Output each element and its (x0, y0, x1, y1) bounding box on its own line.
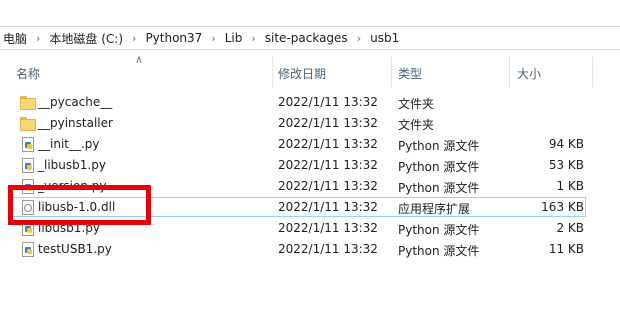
file-name: _libusb1.py (38, 158, 106, 172)
file-row-version[interactable]: _version.py 2022/1/11 13:32 Python 源文件 1… (0, 176, 620, 197)
file-row-libusb1-private[interactable]: _libusb1.py 2022/1/11 13:32 Python 源文件 5… (0, 155, 620, 176)
file-date: 2022/1/11 13:32 (278, 179, 378, 193)
breadcrumb-this-pc[interactable]: 电脑 (3, 30, 27, 47)
file-name: libusb1.py (38, 221, 100, 235)
file-name: testUSB1.py (38, 242, 112, 256)
breadcrumb-usb1[interactable]: usb1 (370, 31, 399, 45)
column-header-row: ∧ 名称 修改日期 类型 大小 (0, 53, 620, 87)
python-file-icon (20, 137, 36, 152)
chevron-right-icon[interactable]: › (251, 32, 255, 45)
sort-ascending-icon: ∧ (135, 53, 144, 66)
column-divider[interactable] (272, 57, 273, 87)
breadcrumb-lib[interactable]: Lib (225, 31, 243, 45)
file-row-libusb1[interactable]: libusb1.py 2022/1/11 13:32 Python 源文件 2 … (0, 218, 620, 239)
chevron-right-icon[interactable]: › (132, 32, 136, 45)
file-type: Python 源文件 (398, 244, 480, 258)
address-bar[interactable]: 电脑 › 本地磁盘 (C:) › Python37 › Lib › site-p… (0, 26, 620, 50)
file-row-init[interactable]: __init__.py 2022/1/11 13:32 Python 源文件 9… (0, 134, 620, 155)
file-size: 11 KB (548, 242, 584, 256)
breadcrumb-local-disk[interactable]: 本地磁盘 (C:) (49, 30, 123, 47)
folder-icon (20, 116, 36, 131)
file-row-pycache[interactable]: __pycache__ 2022/1/11 13:32 文件夹 (0, 92, 620, 113)
file-name: _version.py (38, 179, 107, 193)
python-file-icon (20, 158, 36, 173)
file-size: 2 KB (556, 221, 584, 235)
file-type: Python 源文件 (398, 139, 480, 153)
column-header-type[interactable]: 类型 (398, 65, 422, 82)
chevron-right-icon[interactable]: › (357, 32, 361, 45)
file-size: 53 KB (548, 158, 584, 172)
column-divider[interactable] (592, 57, 593, 87)
chevron-right-icon[interactable]: › (211, 32, 215, 45)
file-date: 2022/1/11 13:32 (278, 200, 378, 214)
python-file-icon (20, 242, 36, 257)
file-size: 94 KB (548, 137, 584, 151)
chevron-right-icon[interactable]: › (36, 32, 40, 45)
file-date: 2022/1/11 13:32 (278, 242, 378, 256)
breadcrumb-site-packages[interactable]: site-packages (265, 31, 348, 45)
file-list: __pycache__ 2022/1/11 13:32 文件夹 __pyinst… (0, 92, 620, 260)
file-name: __init__.py (38, 137, 100, 151)
file-size: 163 KB (541, 200, 584, 214)
python-file-icon (20, 221, 36, 236)
file-name: __pycache__ (38, 95, 113, 109)
file-type: 文件夹 (398, 97, 435, 111)
file-name: libusb-1.0.dll (38, 200, 116, 214)
file-date: 2022/1/11 13:32 (278, 137, 378, 151)
file-date: 2022/1/11 13:32 (278, 116, 378, 130)
column-header-name[interactable]: 名称 (16, 65, 40, 82)
column-divider[interactable] (509, 57, 510, 87)
file-size: 1 KB (556, 179, 584, 193)
file-name: __pyinstaller (38, 116, 113, 130)
column-divider[interactable] (391, 57, 392, 87)
file-row-pyinstaller[interactable]: __pyinstaller 2022/1/11 13:32 文件夹 (0, 113, 620, 134)
folder-icon (20, 95, 36, 110)
breadcrumb-python37[interactable]: Python37 (145, 31, 202, 45)
file-date: 2022/1/11 13:32 (278, 158, 378, 172)
file-date: 2022/1/11 13:32 (278, 221, 378, 235)
python-file-icon (20, 179, 36, 194)
file-type: Python 源文件 (398, 160, 480, 174)
file-type: Python 源文件 (398, 181, 480, 195)
file-row-testusb1[interactable]: testUSB1.py 2022/1/11 13:32 Python 源文件 1… (0, 239, 620, 260)
file-type: Python 源文件 (398, 223, 480, 237)
file-date: 2022/1/11 13:32 (278, 95, 378, 109)
column-header-date[interactable]: 修改日期 (278, 65, 326, 82)
column-header-size[interactable]: 大小 (517, 65, 541, 82)
file-type: 文件夹 (398, 118, 435, 132)
file-row-libusb-dll[interactable]: libusb-1.0.dll 2022/1/11 13:32 应用程序扩展 16… (0, 197, 620, 218)
file-type: 应用程序扩展 (398, 202, 471, 216)
dll-file-icon (20, 200, 36, 215)
